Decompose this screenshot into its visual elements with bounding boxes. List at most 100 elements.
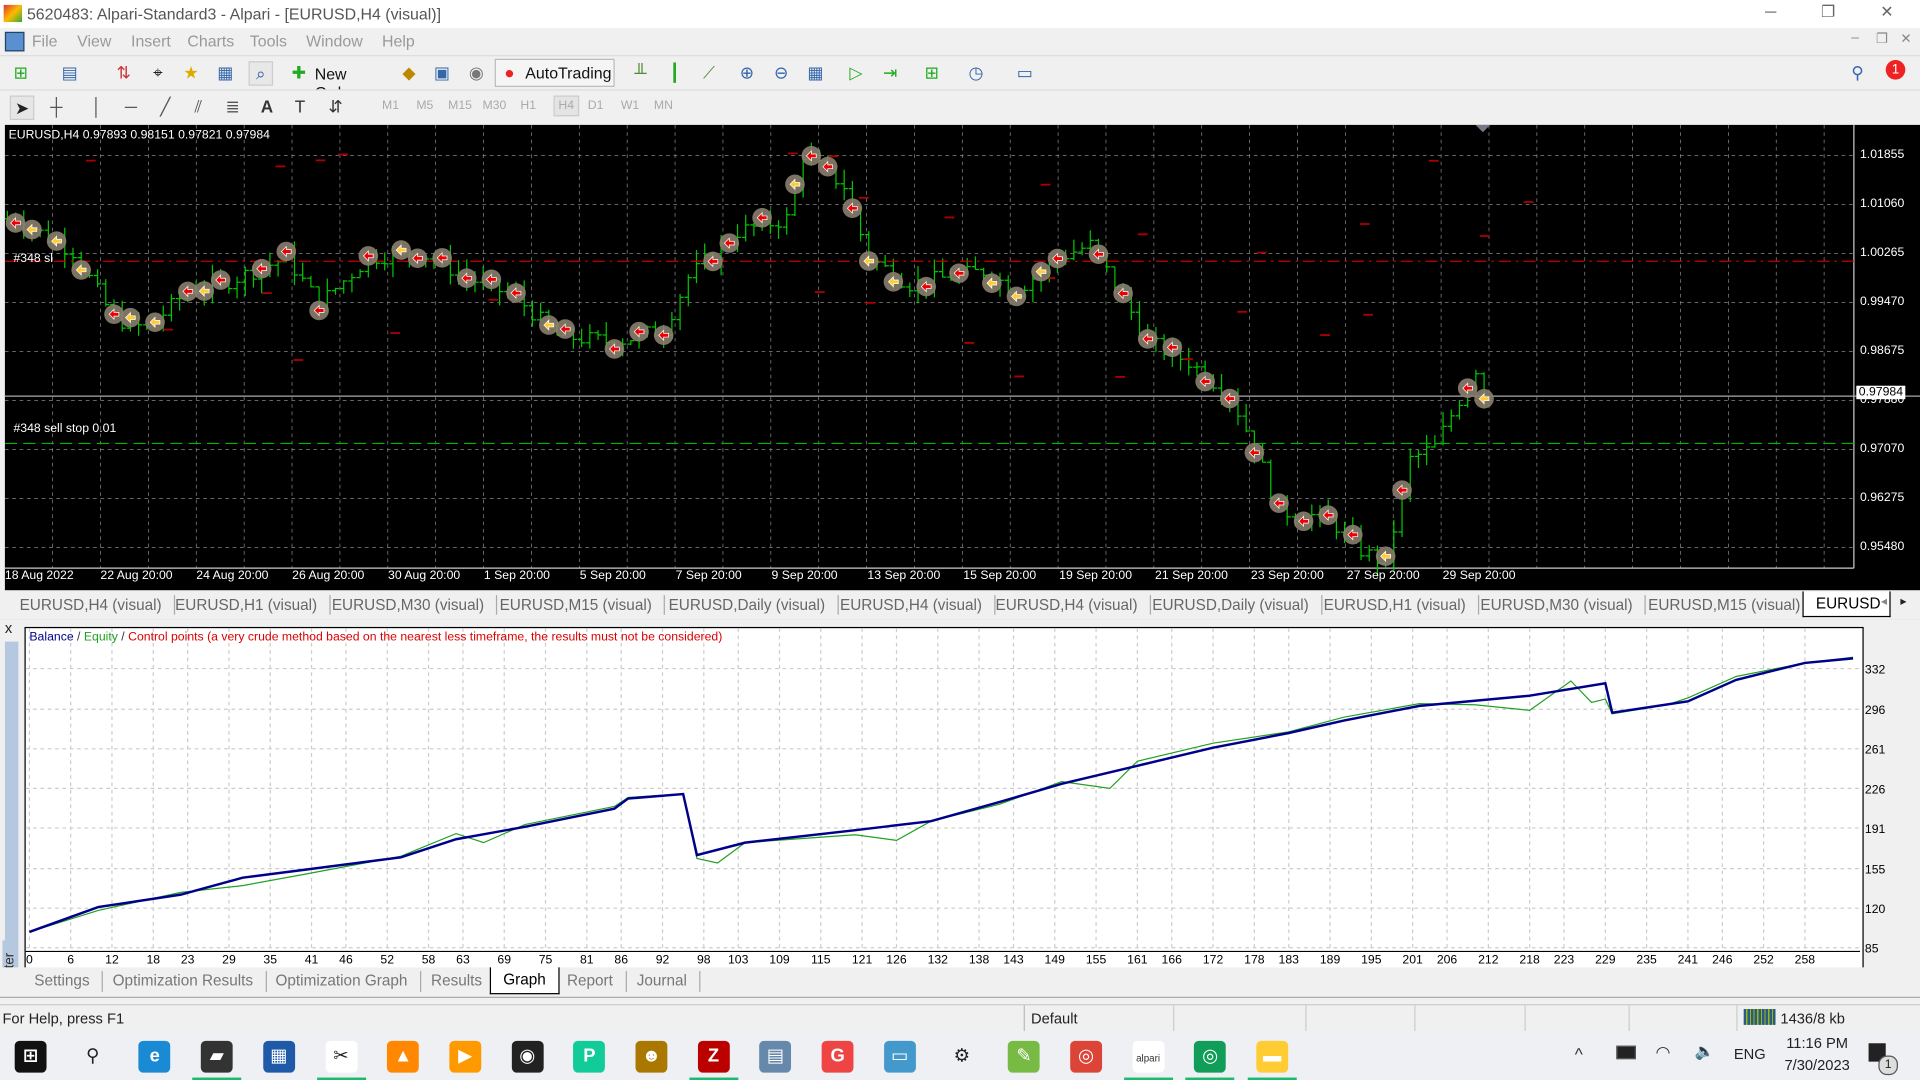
menu-view[interactable]: View xyxy=(77,32,111,50)
menu-tools[interactable]: Tools xyxy=(250,32,287,50)
candlestick-icon[interactable]: ┃ xyxy=(664,61,686,83)
clock[interactable]: 11:16 PM 7/30/2023 xyxy=(1783,1035,1852,1074)
cursor-icon[interactable]: ➤ xyxy=(9,95,35,121)
wifi-icon[interactable]: ◠ xyxy=(1656,1042,1671,1063)
trendline-icon[interactable]: ╱ xyxy=(154,96,176,118)
taskbar-chrome-icon[interactable]: ◎ xyxy=(1070,1040,1102,1073)
chart-shift-icon[interactable]: ⇥ xyxy=(879,61,901,83)
navigator-icon[interactable]: ★ xyxy=(180,61,202,83)
strategy-tester-icon[interactable]: ⌕ xyxy=(248,61,274,86)
taskbar-search-icon[interactable]: ⚲ xyxy=(77,1041,109,1073)
metaeditor-icon[interactable]: ◆ xyxy=(398,61,420,83)
taskbar-settings-icon[interactable]: ⚙ xyxy=(946,1041,978,1073)
terminal-icon[interactable]: ▦ xyxy=(214,61,236,83)
horizontal-line-icon[interactable]: ─ xyxy=(120,96,142,118)
chart-tab[interactable]: EURUSD xyxy=(1802,591,1891,618)
timeframe-w1[interactable]: W1 xyxy=(621,99,639,112)
signals-icon[interactable]: ◉ xyxy=(465,61,487,83)
timeframe-m5[interactable]: M5 xyxy=(416,99,433,112)
close-button[interactable]: ✕ xyxy=(1862,2,1911,24)
taskbar-notepad-plus-icon[interactable]: ✎ xyxy=(1007,1040,1040,1073)
tester-tab-report[interactable]: Report xyxy=(555,971,627,992)
minimize-button[interactable]: ─ xyxy=(1746,2,1795,24)
search-icon[interactable]: ⚲ xyxy=(1847,61,1869,83)
periods-icon[interactable]: ◷ xyxy=(965,61,987,83)
timeframe-h1[interactable]: H1 xyxy=(520,99,536,112)
taskbar-windows-start-icon[interactable]: ⊞ xyxy=(14,1040,47,1073)
tester-tab-settings[interactable]: Settings xyxy=(22,971,104,992)
taskbar-edge-icon[interactable]: e xyxy=(138,1040,171,1073)
taskbar-app-network-icon[interactable]: ▭ xyxy=(883,1040,916,1073)
chart-tab[interactable]: EURUSD,H4 (visual) xyxy=(983,595,1152,615)
market-watch-icon[interactable]: ⇅ xyxy=(113,61,135,83)
taskbar-store-icon[interactable]: ▦ xyxy=(263,1040,295,1073)
tester-tab-results[interactable]: Results xyxy=(419,971,496,992)
chart-tab[interactable]: EURUSD,H4 (visual) xyxy=(7,595,176,615)
menu-window[interactable]: Window xyxy=(306,32,363,50)
timeframe-m30[interactable]: M30 xyxy=(482,99,506,112)
templates-icon[interactable]: ▭ xyxy=(1014,61,1036,83)
battery-icon[interactable] xyxy=(1616,1045,1636,1060)
tester-tab-journal[interactable]: Journal xyxy=(624,971,701,992)
chart-tab[interactable]: EURUSD,H4 (visual) xyxy=(828,595,996,615)
new-chart-icon[interactable]: ⊞ xyxy=(10,61,32,83)
timeframe-h4[interactable]: H4 xyxy=(553,95,579,117)
tile-windows-icon[interactable]: ▦ xyxy=(804,61,826,83)
chart-tab[interactable]: EURUSD,Daily (visual) xyxy=(1140,595,1323,615)
indicators-icon[interactable]: ⊞ xyxy=(921,61,943,83)
taskbar-app-bee-icon[interactable]: ☻ xyxy=(635,1040,668,1073)
mdi-restore-button[interactable]: ❐ xyxy=(1876,31,1888,47)
profiles-icon[interactable]: ▤ xyxy=(59,61,81,83)
line-chart-icon[interactable]: ⟋ xyxy=(698,61,720,83)
equidistant-channel-icon[interactable]: ⫽ xyxy=(187,96,209,118)
timeframe-m15[interactable]: M15 xyxy=(448,99,472,112)
taskbar-app-gmail-icon[interactable]: G xyxy=(821,1040,854,1073)
fibonacci-icon[interactable]: ≣ xyxy=(222,96,244,118)
volume-icon[interactable]: 🔈 xyxy=(1695,1042,1715,1062)
chart-tab[interactable]: EURUSD,M30 (visual) xyxy=(320,595,498,615)
notification-badge[interactable]: 1 xyxy=(1885,60,1906,80)
vertical-line-icon[interactable]: │ xyxy=(86,96,108,118)
show-hidden-icons[interactable]: ^ xyxy=(1575,1044,1583,1064)
tabs-scroll-right-icon[interactable]: ▸ xyxy=(1900,595,1906,608)
data-window-icon[interactable]: ⌖ xyxy=(147,61,169,83)
taskbar-app-computer-icon[interactable]: ▤ xyxy=(759,1040,792,1073)
tester-close-button[interactable]: x xyxy=(5,620,12,637)
chart-tab[interactable]: EURUSD,Daily (visual) xyxy=(656,595,839,615)
taskbar-sticky-notes-icon[interactable]: ▰ xyxy=(200,1040,233,1073)
chart-tab[interactable]: EURUSD,M30 (visual) xyxy=(1468,595,1647,615)
menu-file[interactable]: File xyxy=(32,32,58,50)
price-chart[interactable]: EURUSD,H4 0.97893 0.98151 0.97821 0.9798… xyxy=(4,124,1920,591)
taskbar-app-p-icon[interactable]: P xyxy=(573,1040,606,1073)
taskbar-app-speaker-icon[interactable]: ◉ xyxy=(511,1040,544,1073)
tester-tab-graph[interactable]: Graph xyxy=(489,967,560,995)
taskbar-snipping-tool-icon[interactable]: ✂ xyxy=(325,1040,357,1073)
crosshair-icon[interactable]: ┼ xyxy=(45,96,67,118)
timeframe-mn[interactable]: MN xyxy=(654,99,673,112)
menu-charts[interactable]: Charts xyxy=(187,32,234,50)
autotrading-button[interactable]: ● AutoTrading xyxy=(494,58,615,87)
experts-icon[interactable]: ▣ xyxy=(431,61,453,83)
timeframe-d1[interactable]: D1 xyxy=(588,99,604,112)
text-label-icon[interactable]: T xyxy=(289,96,311,118)
text-icon[interactable]: A xyxy=(256,96,278,118)
language-indicator[interactable]: ENG xyxy=(1734,1046,1766,1063)
auto-scroll-icon[interactable]: ▷ xyxy=(845,61,867,83)
taskbar-file-explorer-icon[interactable]: ▬ xyxy=(1256,1040,1289,1073)
chart-tab[interactable]: EURUSD,H1 (visual) xyxy=(163,595,331,615)
zoom-out-icon[interactable]: ⊖ xyxy=(770,61,792,83)
restore-button[interactable]: ❐ xyxy=(1804,2,1853,24)
tester-tab-optimization-graph[interactable]: Optimization Graph xyxy=(263,971,421,992)
menu-help[interactable]: Help xyxy=(382,32,415,50)
tester-tab-optimization-results[interactable]: Optimization Results xyxy=(100,971,267,992)
timeframe-m1[interactable]: M1 xyxy=(382,99,399,112)
chart-tab[interactable]: EURUSD,M15 (visual) xyxy=(1636,595,1814,615)
chart-tab[interactable]: EURUSD,M15 (visual) xyxy=(487,595,666,615)
tabs-scroll-left-icon[interactable]: ◂ xyxy=(1881,595,1887,608)
menu-insert[interactable]: Insert xyxy=(131,32,171,50)
chart-tab[interactable]: EURUSD,H1 (visual) xyxy=(1311,595,1480,615)
mdi-minimize-button[interactable]: – xyxy=(1851,31,1859,46)
bar-chart-icon[interactable]: ╨ xyxy=(629,61,651,83)
taskbar-chrome-fx-icon[interactable]: ◎ xyxy=(1194,1040,1227,1073)
connection-status-icon[interactable] xyxy=(1743,1008,1776,1025)
